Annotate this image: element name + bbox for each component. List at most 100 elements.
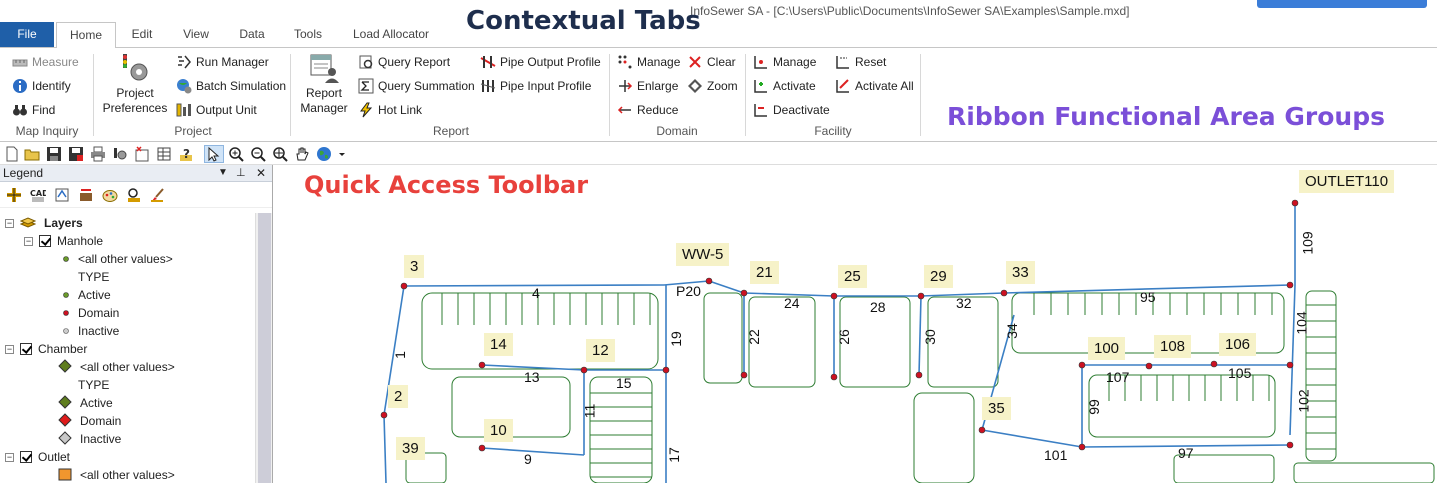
manhole-node[interactable] xyxy=(740,371,748,379)
domain-zoom-button[interactable]: Zoom xyxy=(687,77,738,95)
query-summation-button[interactable]: Query Summation xyxy=(358,77,475,95)
tab-home[interactable]: Home xyxy=(56,22,116,48)
node-tag[interactable]: 39 xyxy=(396,437,425,460)
add-element-icon[interactable] xyxy=(134,146,150,162)
full-extent-globe-icon[interactable] xyxy=(316,146,332,162)
manhole-node[interactable] xyxy=(478,361,486,369)
panel-dropdown-icon[interactable]: ▼ xyxy=(218,165,228,181)
add-layer-icon[interactable] xyxy=(6,187,22,203)
tree-class-item[interactable]: Inactive xyxy=(62,322,119,340)
domain-manage-button[interactable]: Manage xyxy=(617,53,680,71)
zoom-extent-icon[interactable] xyxy=(272,146,288,162)
toolbar-dropdown-icon[interactable] xyxy=(338,146,346,162)
node-tag[interactable]: 2 xyxy=(388,385,409,408)
manhole-node[interactable] xyxy=(830,292,838,300)
pipe-output-profile-button[interactable]: Pipe Output Profile xyxy=(480,53,601,71)
collapse-icon[interactable]: − xyxy=(5,452,14,462)
zoom-out-icon[interactable] xyxy=(250,146,266,162)
collapse-icon[interactable]: − xyxy=(5,218,14,228)
scrollbar-thumb[interactable] xyxy=(258,213,271,483)
print-icon[interactable] xyxy=(90,146,106,162)
tree-class-item[interactable]: Domain xyxy=(58,412,121,430)
tree-class-item[interactable]: <all other values> xyxy=(58,358,175,376)
manhole-node[interactable] xyxy=(380,411,388,419)
tab-edit[interactable]: Edit xyxy=(122,22,162,47)
measure-button[interactable]: Measure xyxy=(12,53,79,71)
zoom-in-icon[interactable] xyxy=(228,146,244,162)
query-report-button[interactable]: Query Report xyxy=(358,53,450,71)
manhole-node[interactable] xyxy=(1286,441,1294,449)
manhole-node[interactable] xyxy=(1145,362,1153,370)
collapse-icon[interactable]: − xyxy=(24,236,33,246)
select-pointer-icon[interactable] xyxy=(204,145,224,163)
manhole-node[interactable] xyxy=(830,373,838,381)
map-canvas[interactable]: Quick Access Toolbar OUTLET110 WW-5 3 21… xyxy=(274,165,1437,483)
batch-simulation-button[interactable]: Batch Simulation xyxy=(176,77,286,95)
domain-reduce-button[interactable]: Reduce xyxy=(617,101,678,119)
node-tag[interactable]: 12 xyxy=(586,339,615,362)
facility-reset-button[interactable]: Reset xyxy=(835,53,886,71)
facility-activate-all-button[interactable]: Activate All xyxy=(835,77,914,95)
facility-manage-button[interactable]: Manage xyxy=(753,53,816,71)
collapse-icon[interactable]: − xyxy=(5,344,14,354)
open-folder-icon[interactable] xyxy=(24,146,40,162)
layer-edit-icon[interactable] xyxy=(78,187,94,203)
report-manager-button[interactable]: Report Manager xyxy=(296,52,352,116)
node-tag[interactable]: 21 xyxy=(750,261,779,284)
legend-scrollbar[interactable] xyxy=(255,213,272,483)
settings-tools-icon[interactable] xyxy=(112,146,128,162)
output-unit-button[interactable]: Output Unit xyxy=(176,101,257,119)
palette-icon[interactable] xyxy=(102,187,118,203)
tree-layer-outlet[interactable]: − Outlet xyxy=(5,448,70,466)
manhole-node[interactable] xyxy=(1286,281,1294,289)
tab-file[interactable]: File xyxy=(0,22,54,47)
tree-root-layers[interactable]: − Layers xyxy=(5,214,83,232)
manhole-node[interactable] xyxy=(1078,361,1086,369)
find-layer-icon[interactable] xyxy=(126,187,142,203)
close-icon[interactable]: ✕ xyxy=(256,165,266,181)
node-tag[interactable]: WW-5 xyxy=(676,243,730,266)
manhole-node[interactable] xyxy=(1286,361,1294,369)
manhole-node[interactable] xyxy=(917,292,925,300)
tree-class-item[interactable]: Active xyxy=(58,394,113,412)
manhole-node[interactable] xyxy=(662,366,670,374)
pan-hand-icon[interactable] xyxy=(294,146,310,162)
facility-activate-button[interactable]: Activate xyxy=(753,77,816,95)
tab-data[interactable]: Data xyxy=(232,22,272,47)
node-tag[interactable]: 33 xyxy=(1006,261,1035,284)
node-tag[interactable]: OUTLET110 xyxy=(1299,170,1395,193)
manhole-node[interactable] xyxy=(1078,443,1086,451)
manhole-node[interactable] xyxy=(478,444,486,452)
facility-deactivate-button[interactable]: Deactivate xyxy=(753,101,830,119)
manhole-node[interactable] xyxy=(915,371,923,379)
node-tag[interactable]: 106 xyxy=(1219,333,1257,356)
identify-button[interactable]: Identify xyxy=(12,77,71,95)
help-icon[interactable]: ? xyxy=(178,146,194,162)
node-tag[interactable]: 10 xyxy=(484,419,513,442)
tab-load-allocator[interactable]: Load Allocator xyxy=(348,22,434,47)
save-as-icon[interactable] xyxy=(68,146,84,162)
node-tag[interactable]: 100 xyxy=(1088,337,1126,360)
node-tag[interactable]: 14 xyxy=(484,333,513,356)
layer-visibility-checkbox[interactable] xyxy=(20,343,32,355)
layer-visibility-checkbox[interactable] xyxy=(20,451,32,463)
pin-icon[interactable]: ⊥ xyxy=(236,165,246,181)
manhole-node[interactable] xyxy=(1000,289,1008,297)
node-tag[interactable]: 108 xyxy=(1154,335,1192,358)
tree-layer-manhole[interactable]: − Manhole xyxy=(24,232,103,250)
run-manager-button[interactable]: Run Manager xyxy=(176,53,269,71)
domain-clear-button[interactable]: Clear xyxy=(687,53,736,71)
manhole-node[interactable] xyxy=(400,282,408,290)
node-tag[interactable]: 35 xyxy=(982,397,1011,420)
tree-class-item[interactable]: <all other values> xyxy=(62,250,173,268)
project-preferences-button[interactable]: Project Preferences xyxy=(100,52,170,116)
tab-tools[interactable]: Tools xyxy=(288,22,328,47)
tree-class-item[interactable]: Inactive xyxy=(58,430,121,448)
manhole-node[interactable] xyxy=(978,426,986,434)
domain-enlarge-button[interactable]: Enlarge xyxy=(617,77,678,95)
tree-layer-chamber[interactable]: − Chamber xyxy=(5,340,87,358)
network-map-svg[interactable] xyxy=(274,165,1437,483)
node-tag[interactable]: 25 xyxy=(838,265,867,288)
layer-properties-icon[interactable] xyxy=(54,187,70,203)
new-document-icon[interactable] xyxy=(4,146,20,162)
